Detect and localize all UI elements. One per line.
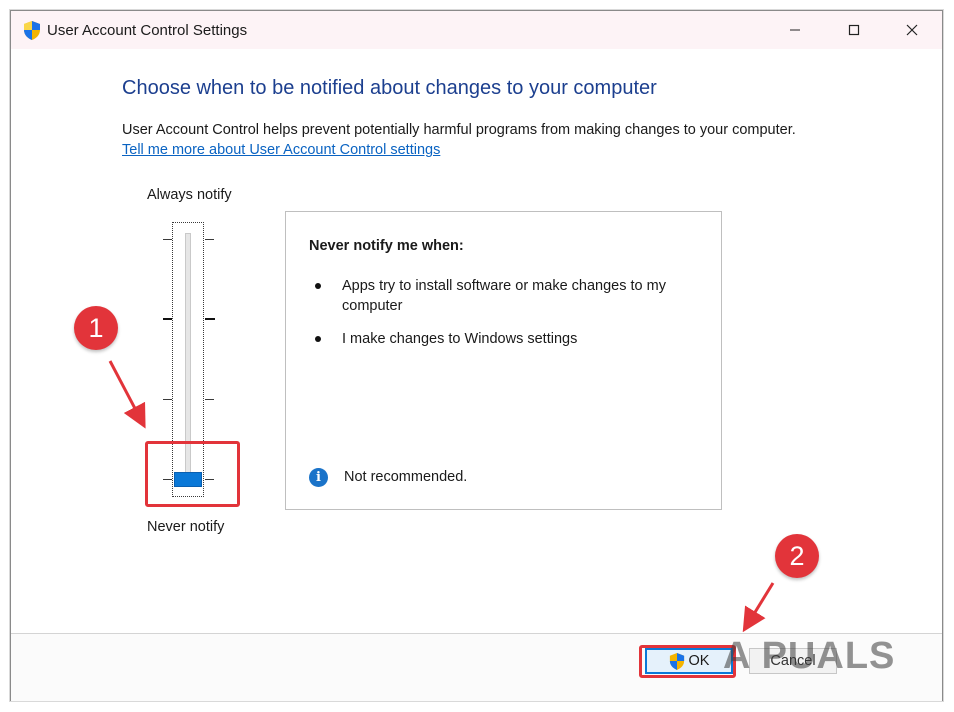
arrow-icon [742,582,775,633]
arrow-icon [108,360,146,429]
watermark-logo: A PUALS [723,635,896,677]
annotation-arrows [108,360,775,633]
